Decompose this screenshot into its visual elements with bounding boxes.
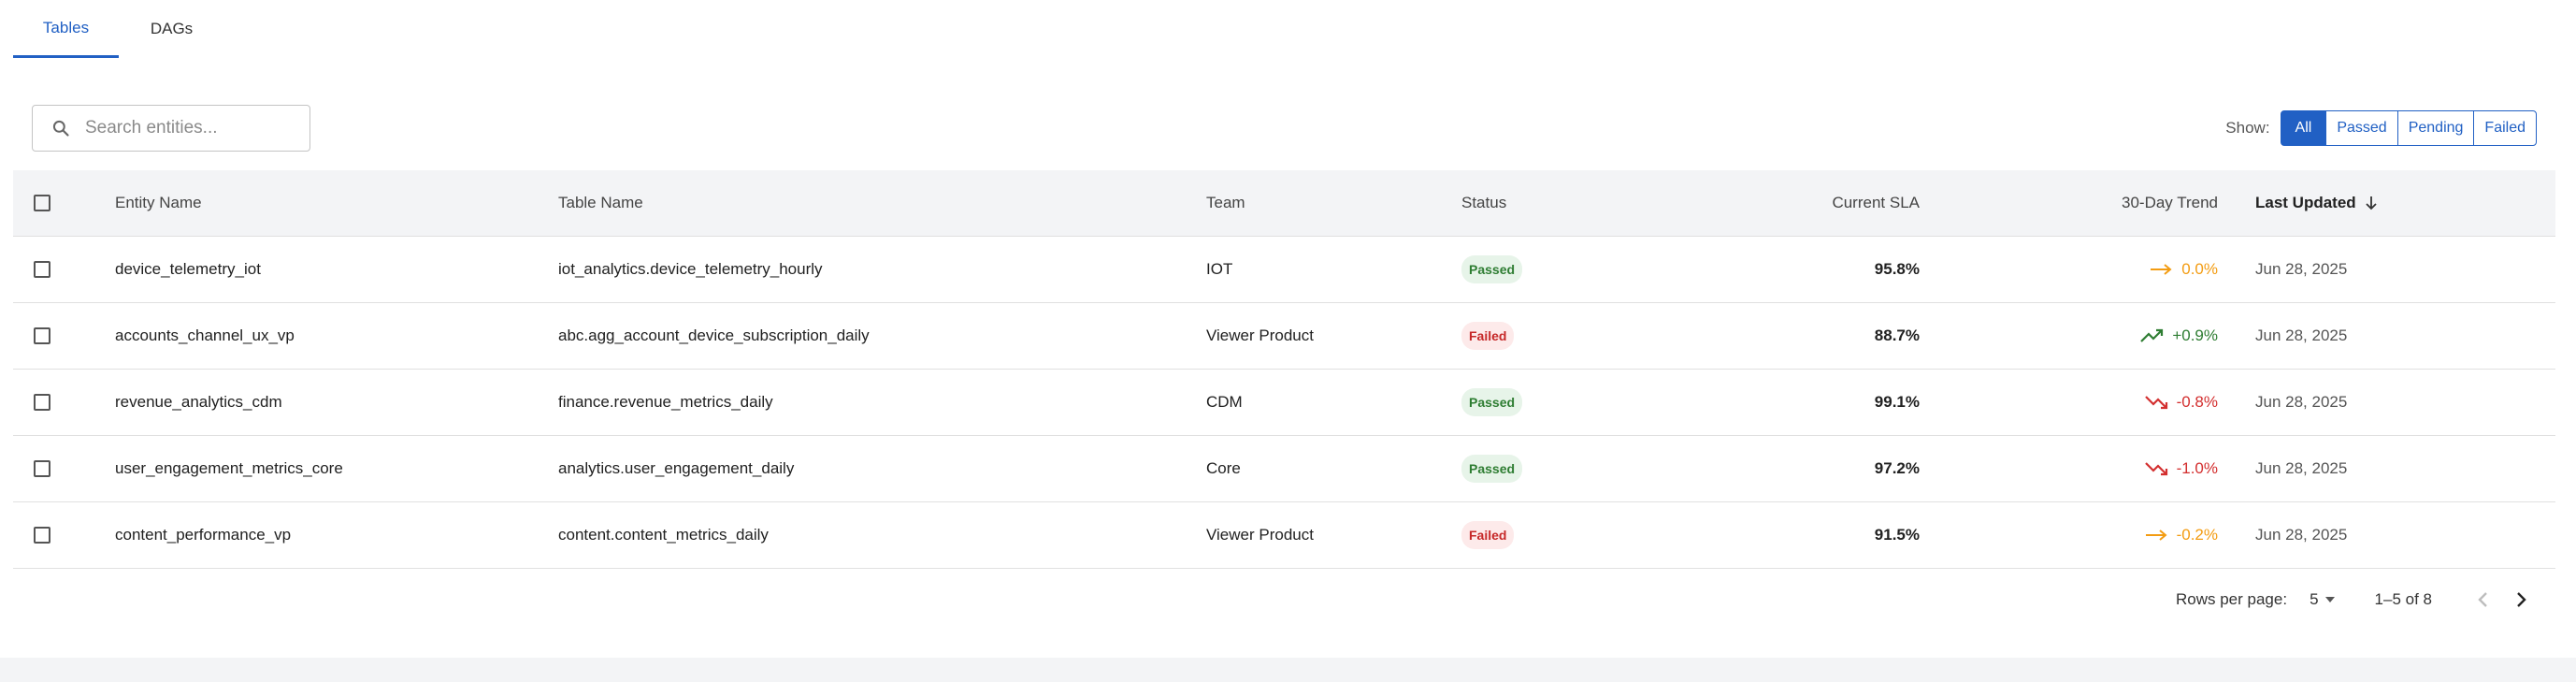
table-row[interactable]: accounts_channel_ux_vp abc.agg_account_d… — [13, 303, 2555, 370]
trend-cell: -0.2% — [2145, 502, 2218, 568]
entity-name: accounts_channel_ux_vp — [115, 326, 295, 344]
filter-all-button[interactable]: All — [2280, 110, 2327, 146]
filter-pending-button[interactable]: Pending — [2396, 110, 2475, 146]
trend-flat-icon — [2145, 530, 2167, 541]
select-all-checkbox[interactable] — [33, 170, 51, 236]
entity-name: device_telemetry_iot — [115, 260, 261, 278]
search-icon — [52, 120, 69, 137]
trending-down-icon — [2144, 396, 2167, 410]
footer-band — [0, 658, 2576, 682]
header-last-updated[interactable]: Last Updated — [2255, 170, 2379, 236]
entity-name: content_performance_vp — [115, 526, 292, 544]
last-updated: Jun 28, 2025 — [2255, 459, 2348, 477]
filter-label: Show: — [2225, 119, 2270, 137]
trend-cell: -1.0% — [2144, 436, 2218, 501]
status-badge: Passed — [1461, 255, 1523, 283]
next-page-button[interactable] — [2505, 583, 2539, 617]
search-input[interactable] — [83, 117, 283, 139]
trending-down-icon — [2144, 462, 2167, 476]
row-checkbox[interactable] — [33, 436, 51, 501]
tab-tables[interactable]: Tables — [13, 0, 119, 58]
status-badge: Failed — [1461, 322, 1515, 350]
sort-descending-icon — [2366, 196, 2377, 210]
row-checkbox[interactable] — [33, 303, 51, 369]
entity-name: revenue_analytics_cdm — [115, 393, 282, 411]
table-row[interactable]: content_performance_vp content.content_m… — [13, 502, 2555, 569]
trend-value: -0.2% — [2176, 526, 2218, 544]
status-badge: Failed — [1461, 521, 1515, 549]
previous-page-button[interactable] — [2466, 583, 2499, 617]
last-updated: Jun 28, 2025 — [2255, 526, 2348, 544]
row-checkbox[interactable] — [33, 370, 51, 435]
table-name: content.content_metrics_daily — [558, 526, 769, 544]
chevron-right-icon — [2517, 592, 2526, 607]
status-badge: Passed — [1461, 455, 1523, 483]
team: CDM — [1206, 393, 1243, 411]
status-badge: Passed — [1461, 388, 1523, 416]
dropdown-arrow-icon — [2324, 597, 2335, 602]
last-updated: Jun 28, 2025 — [2255, 260, 2348, 278]
table-header: Entity Name Table Name Team Status Curre… — [13, 170, 2555, 237]
table-name: finance.revenue_metrics_daily — [558, 393, 773, 411]
pagination: Rows per page: 5 1–5 of 8 — [2176, 573, 2539, 626]
rows-per-page-value: 5 — [2310, 590, 2319, 608]
table-row[interactable]: user_engagement_metrics_core analytics.u… — [13, 436, 2555, 502]
current-sla: 91.5% — [1874, 526, 1920, 544]
trending-up-icon — [2140, 328, 2164, 342]
trend-value: 0.0% — [2181, 260, 2218, 278]
current-sla: 99.1% — [1874, 393, 1920, 411]
status-filter: Show: All Passed Pending Failed — [2225, 110, 2537, 146]
team: Core — [1206, 459, 1241, 477]
table-row[interactable]: revenue_analytics_cdm finance.revenue_me… — [13, 370, 2555, 436]
header-team[interactable]: Team — [1206, 170, 1245, 236]
last-updated: Jun 28, 2025 — [2255, 326, 2348, 344]
current-sla: 88.7% — [1874, 326, 1920, 344]
filter-passed-button[interactable]: Passed — [2325, 110, 2398, 146]
search-box — [32, 105, 310, 152]
entities-table: Entity Name Table Name Team Status Curre… — [13, 170, 2555, 569]
header-status[interactable]: Status — [1461, 170, 1506, 236]
table-name: iot_analytics.device_telemetry_hourly — [558, 260, 823, 278]
tab-dags[interactable]: DAGs — [119, 0, 224, 58]
entity-name: user_engagement_metrics_core — [115, 459, 343, 477]
trend-value: -0.8% — [2176, 393, 2218, 411]
team: Viewer Product — [1206, 326, 1314, 344]
current-sla: 97.2% — [1874, 459, 1920, 477]
trend-cell: -0.8% — [2144, 370, 2218, 435]
row-checkbox[interactable] — [33, 502, 51, 568]
table-row[interactable]: device_telemetry_iot iot_analytics.devic… — [13, 237, 2555, 303]
team: IOT — [1206, 260, 1233, 278]
header-trend[interactable]: 30-Day Trend — [2122, 170, 2218, 236]
table-name: analytics.user_engagement_daily — [558, 459, 795, 477]
filter-failed-button[interactable]: Failed — [2473, 110, 2537, 146]
tab-bar: Tables DAGs — [13, 0, 224, 58]
header-table-name[interactable]: Table Name — [558, 170, 643, 236]
trend-value: +0.9% — [2172, 326, 2218, 344]
last-updated: Jun 28, 2025 — [2255, 393, 2348, 411]
rows-per-page-label: Rows per page: — [2176, 590, 2288, 608]
trend-value: -1.0% — [2176, 459, 2218, 477]
rows-per-page-select[interactable]: 5 — [2310, 590, 2335, 609]
header-current-sla[interactable]: Current SLA — [1832, 170, 1920, 236]
trend-cell: +0.9% — [2140, 303, 2218, 369]
trend-cell: 0.0% — [2150, 237, 2218, 302]
header-entity-name[interactable]: Entity Name — [115, 170, 202, 236]
team: Viewer Product — [1206, 526, 1314, 544]
chevron-left-icon — [2478, 592, 2487, 607]
current-sla: 95.8% — [1874, 260, 1920, 278]
page-range: 1–5 of 8 — [2374, 590, 2432, 608]
row-checkbox[interactable] — [33, 237, 51, 302]
table-name: abc.agg_account_device_subscription_dail… — [558, 326, 870, 344]
header-last-updated-label: Last Updated — [2255, 194, 2356, 211]
trend-flat-icon — [2151, 264, 2172, 275]
